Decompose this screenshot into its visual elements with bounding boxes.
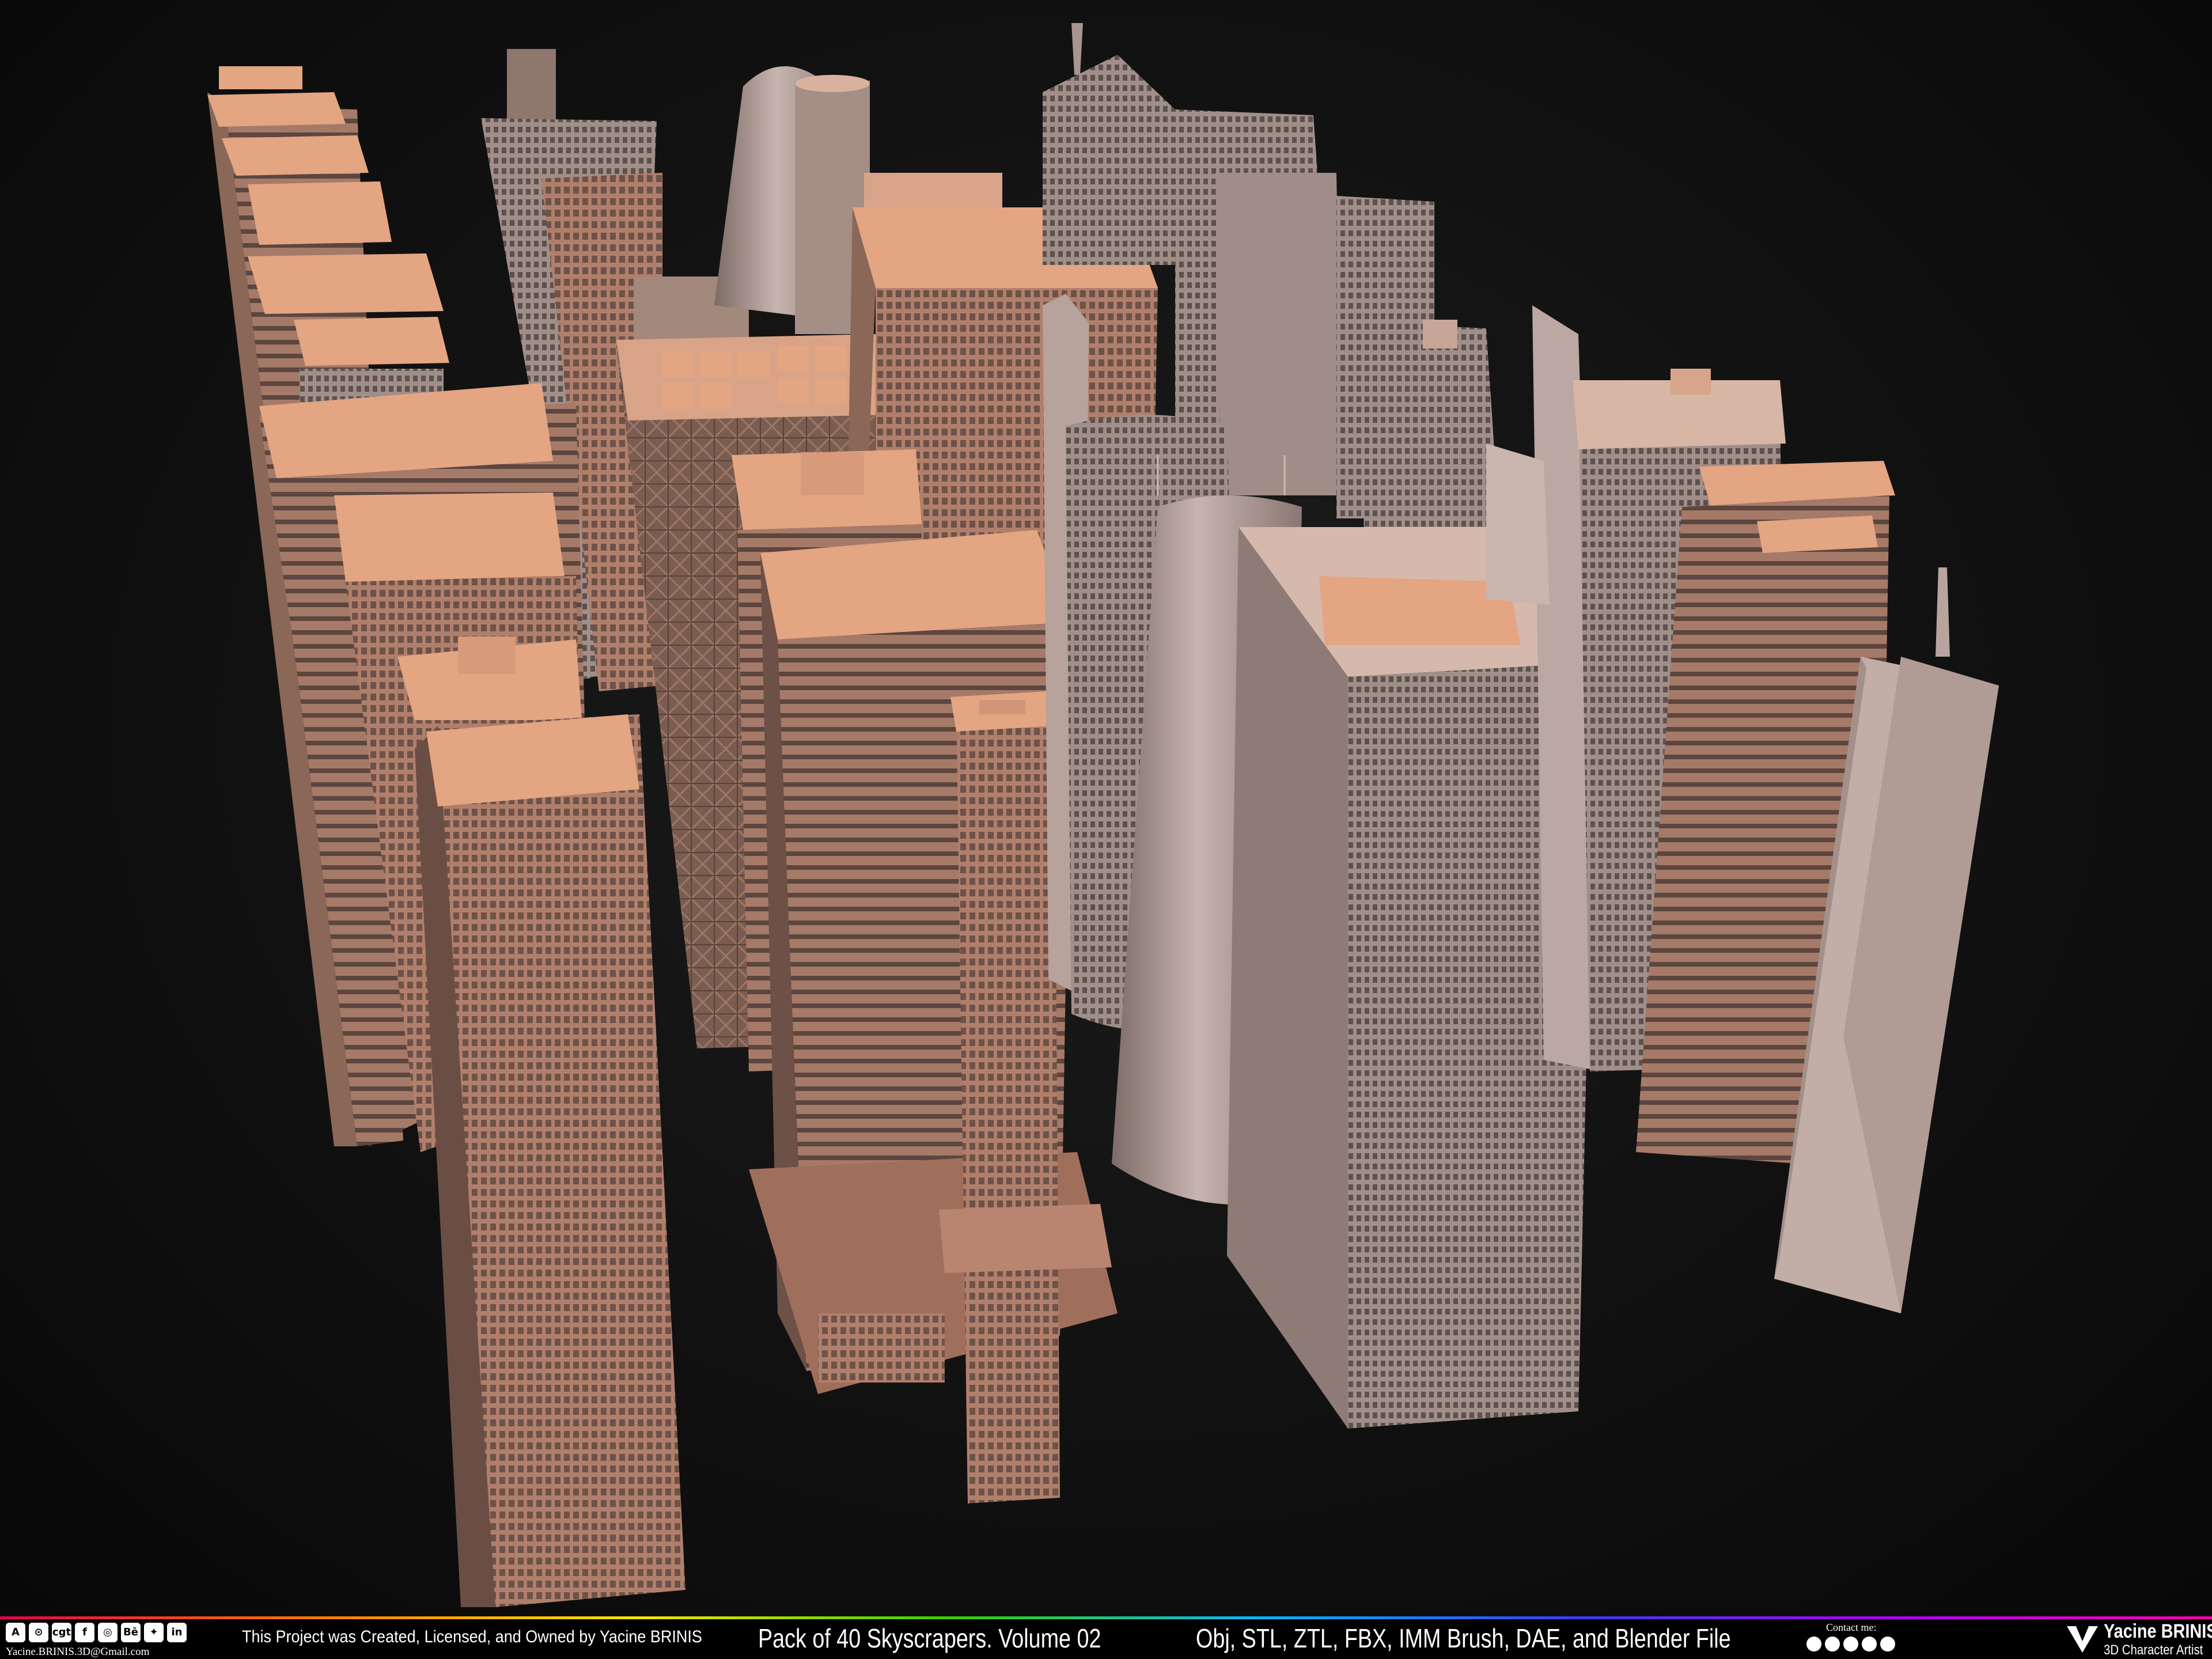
skyscrapers-render: [207, 23, 1999, 1607]
instagram-icon[interactable]: ◎: [98, 1623, 118, 1642]
email-icon[interactable]: [1880, 1637, 1895, 1652]
artstation-icon[interactable]: A: [6, 1623, 25, 1642]
social-icons: A ⊙ cgt f ◎ Bē ✦ in: [6, 1623, 187, 1642]
messenger-icon[interactable]: [1825, 1637, 1840, 1652]
contact-label: Contact me:: [1826, 1622, 1877, 1633]
brand-name: Yacine BRINIS: [2104, 1620, 2212, 1642]
pack-title: Pack of 40 Skyscrapers. Volume 02: [758, 1623, 1101, 1653]
building-dome: [714, 66, 870, 334]
cgtrader-icon[interactable]: cgt: [52, 1623, 71, 1642]
linkedin-icon[interactable]: in: [167, 1623, 187, 1642]
instagram-icon[interactable]: [1843, 1637, 1858, 1652]
credit-line: This Project was Created, Licensed, and …: [242, 1627, 702, 1646]
file-formats: Obj, STL, ZTL, FBX, IMM Brush, DAE, and …: [1196, 1623, 1731, 1653]
facebook-icon[interactable]: f: [75, 1623, 94, 1642]
brand-subtitle: 3D Character Artist: [2104, 1642, 2203, 1658]
brand-logo-icon: [2067, 1626, 2098, 1653]
email-address[interactable]: Yacine.BRINIS.3D@Gmail.com: [6, 1646, 149, 1658]
turbosquid-icon[interactable]: ✦: [144, 1623, 164, 1642]
whatsapp-icon[interactable]: [1862, 1637, 1877, 1652]
contact-icons: [1806, 1637, 1895, 1652]
building-front-left: [415, 714, 685, 1607]
behance-icon[interactable]: Bē: [121, 1623, 141, 1642]
facebook-icon[interactable]: [1806, 1637, 1821, 1652]
render-viewport: [0, 0, 2212, 1618]
footer-bar: A ⊙ cgt f ◎ Bē ✦ in Yacine.BRINIS.3D@Gma…: [0, 1619, 2212, 1659]
sketchfab-icon[interactable]: ⊙: [29, 1623, 48, 1642]
